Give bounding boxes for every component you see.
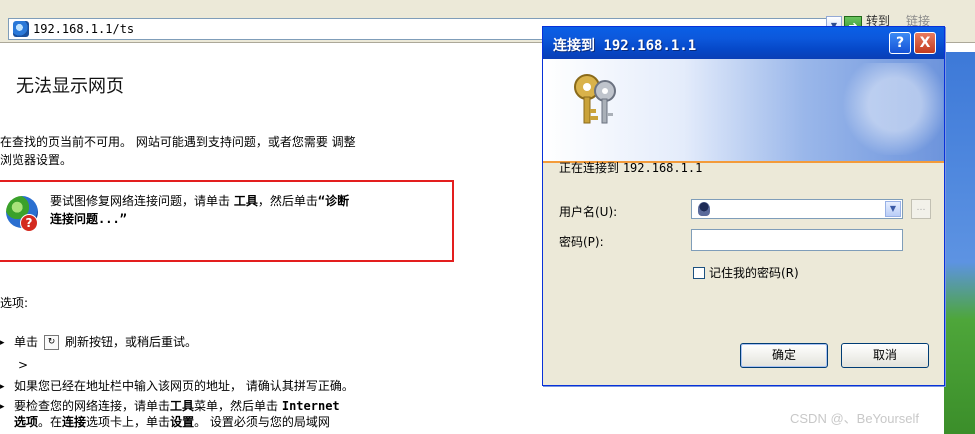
opt4-mid2: 选项卡上，单击 [86, 415, 171, 429]
close-button[interactable]: X [914, 32, 936, 54]
desktop-wallpaper [944, 52, 975, 434]
question-mark-icon: ? [20, 214, 38, 232]
bullet-icon: ▸ [0, 401, 5, 412]
error-description-line2: 浏览器设置。 [0, 153, 73, 167]
opt4-post: 。 设置必须与您的局域网 [194, 415, 330, 429]
remember-label[interactable]: 记住我的密码(R) [709, 264, 799, 281]
option-network-cont: 选项。在连接选项卡上，单击设置。 设置必须与您的局域网 [14, 414, 330, 430]
option-network-internet: Internet [281, 399, 340, 413]
dialog-titlebar[interactable]: 连接到 192.168.1.1 ? X [543, 27, 944, 59]
option-network-pre: 要检查您的网络连接，请单击 [14, 399, 171, 413]
tip-text-mid: ，然后单击 [257, 194, 318, 208]
opt4-options: 选项 [14, 415, 39, 429]
ie-page-icon [13, 21, 29, 37]
error-description-line1: 在查找的页当前不可用。 网站可能遇到支持问题，或者您需要 调整 [0, 135, 356, 149]
opt4-settings: 设置 [170, 415, 195, 429]
dialog-title: 连接到 192.168.1.1 [553, 38, 697, 54]
option-network: ▸ 要检查您的网络连接，请单击工具菜单，然后单击 Internet [0, 398, 340, 415]
remember-password[interactable]: 记住我的密码(R) [693, 264, 799, 281]
tip-text-pre: 要试图修复网络连接问题，请单击 [50, 194, 234, 208]
chevron-down-icon[interactable]: ▼ [885, 201, 901, 217]
help-button[interactable]: ? [889, 32, 911, 54]
option-address-text: 如果您已经在地址栏中输入该网页的地址， 请确认其拼写正确。 [14, 379, 354, 393]
address-text[interactable]: 192.168.1.1/ts [33, 22, 134, 36]
password-label: 密码(P): [559, 235, 604, 249]
password-field[interactable] [691, 229, 903, 251]
options-label: 选项: [0, 296, 29, 310]
username-label: 用户名(U): [559, 205, 618, 219]
refresh-icon: ↻ [44, 335, 60, 350]
username-combo[interactable]: ▼ [691, 199, 903, 219]
page-title: 无法显示网页 [16, 76, 124, 97]
user-icon [698, 202, 710, 216]
error-description: 在查找的页当前不可用。 网站可能遇到支持问题，或者您需要 调整 浏览器设置。 [0, 133, 470, 169]
tip-tools: 工具 [233, 194, 258, 208]
option-refresh-pre: 单击 [14, 335, 39, 349]
opt4-mid: 。在 [38, 415, 63, 429]
option-network-tools: 工具 [170, 399, 195, 413]
ok-button[interactable]: 确定 [740, 343, 828, 368]
tip-diagnose-link-2[interactable]: 连接问题...” [50, 212, 127, 226]
remember-checkbox[interactable] [693, 266, 705, 279]
option-address: ▸ 如果您已经在地址栏中输入该网页的地址， 请确认其拼写正确。 [0, 378, 354, 395]
cancel-button[interactable]: 取消 [841, 343, 929, 368]
keys-icon [574, 74, 616, 124]
dialog-banner [543, 59, 944, 163]
option-refresh: ▸ 单击 ↻ 刷新按钮，或稍后重试。 [0, 334, 197, 351]
connecting-text: 正在连接到 192.168.1.1 [559, 159, 702, 176]
login-dialog: 连接到 192.168.1.1 ? X 正在连接到 192.168.1.1 用户… [542, 26, 945, 386]
connecting-host: 192.168.1.1 [622, 161, 703, 175]
diagnose-tip-text: 要试图修复网络连接问题，请单击 工具，然后单击“诊断 连接问题...” [50, 192, 450, 228]
bullet-icon: ▸ [0, 337, 5, 348]
opt4-conn: 连接 [62, 415, 87, 429]
chevron-text: > [18, 358, 29, 372]
browse-button[interactable]: … [911, 199, 931, 219]
option-network-mid: 菜单，然后单击 [194, 399, 282, 413]
banner-decoration [823, 63, 943, 155]
watermark: CSDN @、BeYourself [790, 411, 920, 426]
tip-diagnose-link-1[interactable]: “诊断 [318, 194, 349, 208]
diagnose-tip-box: ? 要试图修复网络连接问题，请单击 工具，然后单击“诊断 连接问题...” [0, 180, 454, 262]
connecting-label: 正在连接到 [559, 161, 623, 175]
option-refresh-post: 刷新按钮，或稍后重试。 [65, 335, 198, 349]
bullet-icon: ▸ [0, 381, 5, 392]
